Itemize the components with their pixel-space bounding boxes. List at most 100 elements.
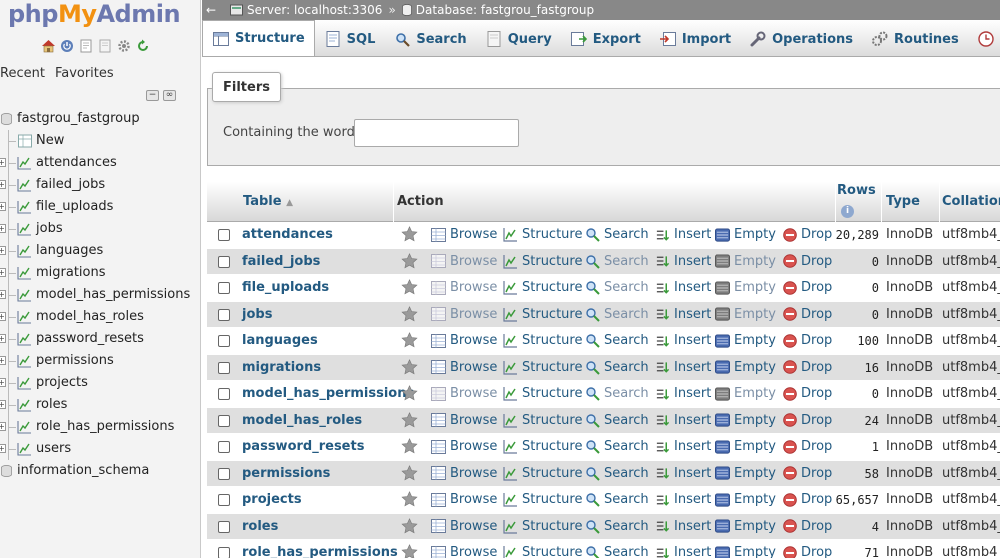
table-name-link[interactable]: roles: [242, 519, 278, 534]
insert-button[interactable]: Insert: [655, 466, 711, 481]
favorite-star-icon[interactable]: [401, 305, 418, 326]
insert-button[interactable]: Insert: [655, 386, 711, 401]
tree-item-table[interactable]: + users: [0, 438, 200, 460]
filter-input[interactable]: [354, 119, 519, 147]
structure-button[interactable]: Structure: [503, 227, 582, 242]
search-button[interactable]: Search: [585, 280, 649, 295]
expand-icon[interactable]: +: [0, 356, 6, 365]
browse-button[interactable]: Browse: [431, 466, 497, 481]
expand-icon[interactable]: +: [0, 444, 6, 453]
column-header-collation[interactable]: Collation: [942, 194, 1000, 209]
gear-icon[interactable]: [116, 38, 132, 54]
row-checkbox[interactable]: [218, 414, 230, 427]
browse-button[interactable]: Browse: [431, 386, 497, 401]
insert-button[interactable]: Insert: [655, 519, 711, 534]
table-name-link[interactable]: migrations: [242, 360, 321, 375]
empty-button[interactable]: Empty: [715, 519, 776, 534]
row-checkbox[interactable]: [218, 441, 230, 453]
browse-button[interactable]: Browse: [431, 439, 497, 454]
structure-button[interactable]: Structure: [503, 360, 582, 375]
phpmyadmin-logo[interactable]: phpMyAdmin: [8, 0, 181, 28]
table-name-link[interactable]: model_has_roles: [242, 413, 362, 428]
insert-button[interactable]: Insert: [655, 545, 711, 558]
insert-button[interactable]: Insert: [655, 227, 711, 242]
tab-sql[interactable]: SQL: [315, 22, 385, 56]
insert-button[interactable]: Insert: [655, 254, 711, 269]
table-name-link[interactable]: file_uploads: [242, 280, 329, 295]
tab-recent[interactable]: Recent: [0, 66, 49, 81]
favorite-star-icon[interactable]: [401, 332, 418, 352]
browse-button[interactable]: Browse: [431, 545, 497, 558]
insert-button[interactable]: Insert: [655, 360, 711, 375]
search-button[interactable]: Search: [585, 254, 649, 269]
tree-item-table[interactable]: + migrations: [0, 262, 200, 284]
tree-item-table[interactable]: + projects: [0, 372, 200, 394]
table-name-link[interactable]: attendances: [242, 227, 333, 242]
empty-button[interactable]: Empty: [715, 386, 776, 401]
tab-favorites[interactable]: Favorites: [51, 66, 118, 81]
reload-icon[interactable]: [135, 38, 151, 54]
expand-icon[interactable]: +: [0, 202, 6, 211]
table-name-link[interactable]: jobs: [242, 307, 272, 322]
link-with-main-icon[interactable]: ∞: [163, 90, 176, 101]
search-button[interactable]: Search: [585, 333, 649, 348]
search-button[interactable]: Search: [585, 466, 649, 481]
tree-item-new[interactable]: New: [0, 130, 200, 152]
insert-button[interactable]: Insert: [655, 413, 711, 428]
row-checkbox[interactable]: [218, 335, 230, 347]
insert-button[interactable]: Insert: [655, 307, 711, 322]
row-checkbox[interactable]: [218, 361, 230, 374]
column-header-type[interactable]: Type: [886, 194, 920, 209]
structure-button[interactable]: Structure: [503, 386, 582, 401]
structure-button[interactable]: Structure: [503, 280, 582, 295]
home-icon[interactable]: [40, 38, 56, 54]
row-checkbox[interactable]: [218, 308, 230, 321]
empty-button[interactable]: Empty: [715, 280, 776, 295]
favorite-star-icon[interactable]: [401, 226, 418, 246]
structure-button[interactable]: Structure: [503, 333, 582, 348]
expand-icon[interactable]: +: [0, 312, 6, 321]
favorite-star-icon[interactable]: [401, 517, 418, 538]
tree-item-table[interactable]: + jobs: [0, 218, 200, 240]
browse-button[interactable]: Browse: [431, 280, 497, 295]
tab-events[interactable]: Events: [968, 22, 1000, 56]
table-name-link[interactable]: languages: [242, 333, 318, 348]
collapse-nav-icon[interactable]: ←: [202, 3, 220, 17]
empty-button[interactable]: Empty: [715, 254, 776, 269]
docs-icon[interactable]: [78, 38, 94, 54]
search-button[interactable]: Search: [585, 386, 649, 401]
expand-icon[interactable]: +: [0, 180, 6, 189]
tree-item-table[interactable]: + permissions: [0, 350, 200, 372]
favorite-star-icon[interactable]: [401, 252, 418, 273]
search-button[interactable]: Search: [585, 360, 649, 375]
tab-operations[interactable]: Operations: [740, 22, 862, 56]
favorite-star-icon[interactable]: [401, 358, 418, 379]
tab-search[interactable]: Search: [384, 22, 475, 56]
breadcrumb-server[interactable]: Server: localhost:3306: [230, 3, 382, 17]
favorite-star-icon[interactable]: [401, 385, 418, 405]
favorite-star-icon[interactable]: [401, 544, 418, 558]
favorite-star-icon[interactable]: [401, 491, 418, 511]
structure-button[interactable]: Structure: [503, 413, 582, 428]
insert-button[interactable]: Insert: [655, 333, 711, 348]
search-button[interactable]: Search: [585, 307, 649, 322]
table-name-link[interactable]: password_resets: [242, 439, 364, 454]
insert-button[interactable]: Insert: [655, 439, 711, 454]
browse-button[interactable]: Browse: [431, 492, 497, 507]
column-header-table[interactable]: Table ▲: [243, 194, 293, 209]
column-header-rows[interactable]: Rows: [837, 183, 876, 198]
search-button[interactable]: Search: [585, 519, 649, 534]
expand-icon[interactable]: +: [0, 334, 6, 343]
tree-item-table[interactable]: + password_resets: [0, 328, 200, 350]
row-checkbox[interactable]: [218, 467, 230, 480]
table-name-link[interactable]: permissions: [242, 466, 330, 481]
favorite-star-icon[interactable]: [401, 438, 418, 458]
empty-button[interactable]: Empty: [715, 545, 776, 558]
browse-button[interactable]: Browse: [431, 360, 497, 375]
browse-button[interactable]: Browse: [431, 307, 497, 322]
empty-button[interactable]: Empty: [715, 466, 776, 481]
empty-button[interactable]: Empty: [715, 333, 776, 348]
structure-button[interactable]: Structure: [503, 307, 582, 322]
tree-item-table[interactable]: + model_has_permissions: [0, 284, 200, 306]
favorite-star-icon[interactable]: [401, 411, 418, 432]
